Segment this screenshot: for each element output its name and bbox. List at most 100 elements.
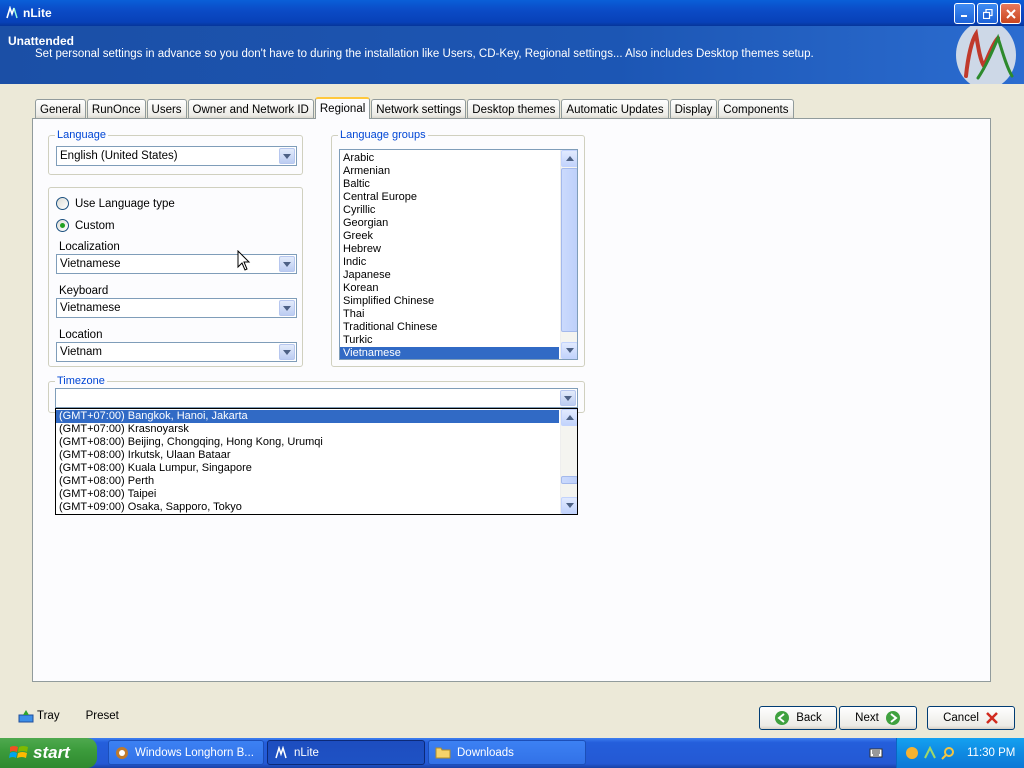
use-language-type-radio[interactable]: Use Language type xyxy=(56,197,175,210)
keyboard-select[interactable]: Vietnamese xyxy=(56,298,297,318)
tab-general[interactable]: General xyxy=(35,99,86,119)
tab-users[interactable]: Users xyxy=(146,99,187,119)
scroll-down-button[interactable] xyxy=(561,342,577,359)
chevron-down-icon xyxy=(565,348,574,353)
minimize-button[interactable] xyxy=(954,3,975,24)
timezone-dropdown-list[interactable]: (GMT+07:00) Bangkok, Hanoi, Jakarta (GMT… xyxy=(55,408,578,515)
list-item[interactable]: Central Europe xyxy=(340,191,577,204)
keyboard-icon[interactable] xyxy=(869,747,883,759)
custom-radio[interactable]: Custom xyxy=(56,219,115,232)
footer-left: Tray Preset xyxy=(18,709,119,723)
scroll-thumb[interactable] xyxy=(561,476,577,484)
radio-unchecked-icon xyxy=(56,197,69,210)
close-icon xyxy=(1005,8,1016,19)
list-item-selected[interactable]: (GMT+07:00) Bangkok, Hanoi, Jakarta xyxy=(56,410,559,423)
tab-owner-network-id[interactable]: Owner and Network ID xyxy=(187,99,314,119)
tab-runonce[interactable]: RunOnce xyxy=(86,99,146,119)
list-item[interactable]: Baltic xyxy=(340,178,577,191)
page-title: Unattended xyxy=(8,34,74,48)
timezone-scrollbar[interactable] xyxy=(560,409,577,514)
chevron-down-icon[interactable] xyxy=(279,148,295,164)
taskbar-item-nlite[interactable]: nLite xyxy=(267,740,425,765)
restore-button[interactable] xyxy=(977,3,998,24)
tab-network-settings[interactable]: Network settings xyxy=(371,99,467,119)
preset-button[interactable]: Preset xyxy=(86,710,119,722)
list-item[interactable]: Indic xyxy=(340,256,577,269)
tab-components[interactable]: Components xyxy=(718,99,794,119)
nlite-app-icon xyxy=(275,745,287,758)
tab-display[interactable]: Display xyxy=(669,99,718,119)
scroll-down-button[interactable] xyxy=(561,497,577,514)
chevron-down-icon[interactable] xyxy=(560,390,576,406)
list-item[interactable]: (GMT+07:00) Krasnoyarsk xyxy=(56,423,577,436)
search-icon[interactable] xyxy=(941,746,955,760)
list-item[interactable]: (GMT+08:00) Kuala Lumpur, Singapore xyxy=(56,462,577,475)
list-item[interactable]: Korean xyxy=(340,282,577,295)
language-group-label: Language xyxy=(55,129,108,141)
list-item[interactable]: Greek xyxy=(340,230,577,243)
list-item[interactable]: Arabic xyxy=(340,152,577,165)
chevron-down-icon[interactable] xyxy=(279,256,295,272)
folder-icon xyxy=(435,747,451,759)
back-button[interactable]: Back xyxy=(759,706,837,730)
start-button[interactable]: start xyxy=(0,738,97,768)
chevron-down-icon[interactable] xyxy=(279,300,295,316)
language-groups-list[interactable]: Arabic Armenian Baltic Central Europe Cy… xyxy=(339,149,578,360)
scroll-up-button[interactable] xyxy=(561,150,577,167)
list-item[interactable]: (GMT+08:00) Irkutsk, Ulaan Bataar xyxy=(56,449,577,462)
list-item[interactable]: Turkic xyxy=(340,334,577,347)
list-item[interactable]: Simplified Chinese xyxy=(340,295,577,308)
taskbar-item-downloads[interactable]: Downloads xyxy=(428,740,586,765)
next-label: Next xyxy=(855,712,879,724)
network-icon[interactable] xyxy=(923,746,937,760)
localization-select-value: Vietnamese xyxy=(60,258,121,270)
minimize-icon xyxy=(961,15,967,17)
list-item[interactable]: (GMT+09:00) Osaka, Sapporo, Tokyo xyxy=(56,501,577,514)
scroll-thumb[interactable] xyxy=(561,168,577,332)
tab-regional[interactable]: Regional xyxy=(314,97,371,119)
language-group: Language English (United States) xyxy=(48,129,303,175)
window-title: nLite xyxy=(23,6,52,20)
system-tray: 11:30 PM xyxy=(896,738,1024,768)
clock[interactable]: 11:30 PM xyxy=(967,747,1015,759)
timezone-select[interactable] xyxy=(55,388,578,408)
keyboard-label: Keyboard xyxy=(59,285,109,297)
keyboard-select-value: Vietnamese xyxy=(60,302,121,314)
language-groups-scrollbar[interactable] xyxy=(560,150,577,359)
list-item[interactable]: Japanese xyxy=(340,269,577,282)
list-item[interactable]: Thai xyxy=(340,308,577,321)
language-select[interactable]: English (United States) xyxy=(56,146,297,166)
chevron-down-icon[interactable] xyxy=(279,344,295,360)
list-item[interactable]: Armenian xyxy=(340,165,577,178)
tray-button[interactable]: Tray xyxy=(18,709,60,723)
list-item[interactable]: (GMT+08:00) Perth xyxy=(56,475,577,488)
window-app-icon xyxy=(116,746,128,759)
close-button[interactable] xyxy=(1000,3,1021,24)
tab-automatic-updates[interactable]: Automatic Updates xyxy=(561,99,669,119)
list-item[interactable]: Hebrew xyxy=(340,243,577,256)
localization-label: Localization xyxy=(59,241,120,253)
messenger-icon[interactable] xyxy=(905,746,919,760)
next-button[interactable]: Next xyxy=(839,706,917,730)
nlite-app-icon xyxy=(6,6,18,19)
mouse-cursor-icon xyxy=(237,250,251,271)
language-groups-label: Language groups xyxy=(338,129,428,141)
windows-logo-icon xyxy=(9,746,28,758)
localization-select[interactable]: Vietnamese xyxy=(56,254,297,274)
location-select[interactable]: Vietnam xyxy=(56,342,297,362)
scroll-up-button[interactable] xyxy=(561,409,577,426)
list-item[interactable]: Cyrillic xyxy=(340,204,577,217)
list-item[interactable]: Georgian xyxy=(340,217,577,230)
taskbar-item-longhorn[interactable]: Windows Longhorn B... xyxy=(108,740,264,765)
tray-icon xyxy=(18,710,34,723)
list-item[interactable]: (GMT+08:00) Taipei xyxy=(56,488,577,501)
location-select-value: Vietnam xyxy=(60,346,102,358)
start-label: start xyxy=(33,743,70,762)
tab-strip: General RunOnce Users Owner and Network … xyxy=(35,97,795,119)
list-item[interactable]: (GMT+08:00) Beijing, Chongqing, Hong Kon… xyxy=(56,436,577,449)
list-item-selected[interactable]: Vietnamese xyxy=(340,347,559,359)
cancel-button[interactable]: Cancel xyxy=(927,706,1015,730)
list-item[interactable]: Traditional Chinese xyxy=(340,321,577,334)
page-description: Set personal settings in advance so you … xyxy=(35,48,814,60)
tab-desktop-themes[interactable]: Desktop themes xyxy=(467,99,561,119)
